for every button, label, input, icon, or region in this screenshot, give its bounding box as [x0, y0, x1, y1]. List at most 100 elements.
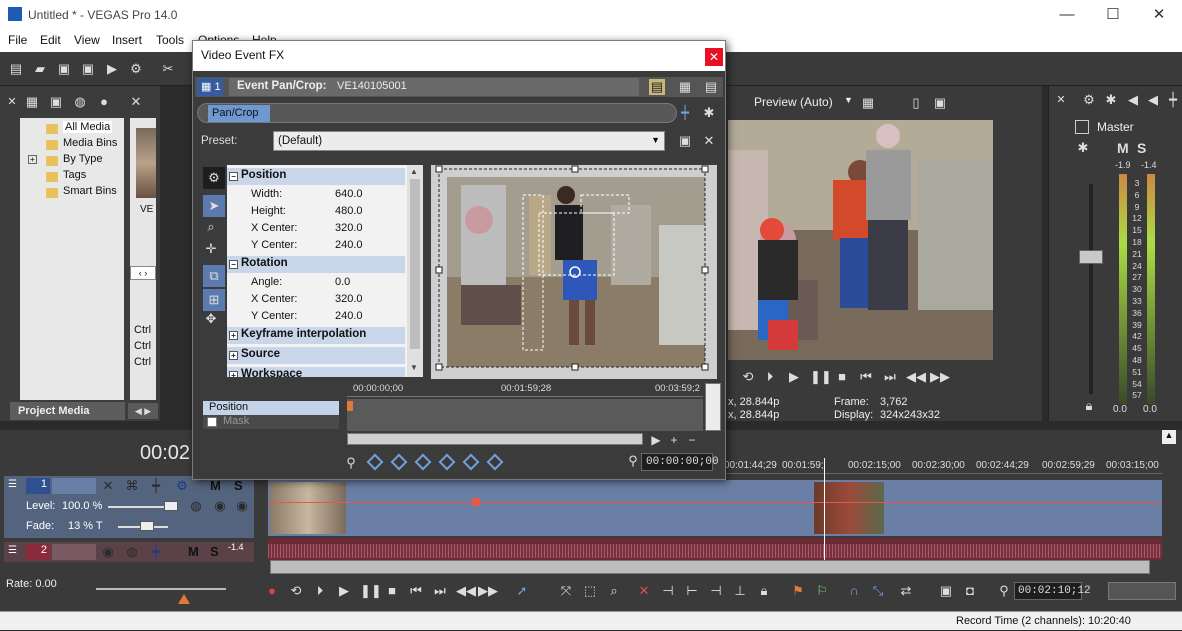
next-keyframe-icon[interactable] [414, 453, 432, 471]
capture-icon[interactable]: ▣ [48, 94, 64, 110]
menu-tools[interactable]: Tools [156, 33, 184, 47]
menu-edit[interactable]: Edit [40, 33, 61, 47]
video-event[interactable] [270, 482, 346, 534]
prop-rot-y-center[interactable]: Y Center: 240.0 [227, 308, 405, 325]
cut-icon[interactable]: ✂ [160, 61, 176, 77]
lock-aspect-icon[interactable]: ⧉ [203, 265, 225, 287]
first-keyframe-icon[interactable] [366, 453, 384, 471]
prop-y-center[interactable]: Y Center: 240.0 [227, 237, 405, 254]
audio-track-header[interactable]: ☰ 2 ◉ ◍ ┿ M S -1.4 [4, 542, 254, 562]
timeline-scrollbar[interactable] [270, 560, 1150, 574]
properties-scrollbar[interactable]: ▲ ▼ [407, 165, 423, 377]
render-icon[interactable]: ▶ [104, 61, 120, 77]
pointer-tool-icon[interactable]: ➤ [203, 195, 225, 217]
go-to-start-icon[interactable]: ⏮ [408, 583, 424, 599]
prop-value[interactable]: 640.0 [335, 188, 363, 200]
pan-crop-workspace[interactable] [431, 165, 717, 379]
close-button[interactable]: ✕ [1136, 4, 1182, 26]
prop-angle[interactable]: Angle: 0.0 [227, 274, 405, 291]
snapping-icon[interactable]: ∩ [846, 583, 862, 599]
settings-icon[interactable]: ⚙ [1081, 92, 1097, 108]
envelope-tool-icon[interactable]: ⤧ [558, 583, 574, 599]
pause-icon[interactable]: ❚❚ [810, 369, 832, 385]
copy-frame-icon[interactable]: ▯ [908, 95, 924, 111]
lock-icon[interactable]: 🔒︎ [756, 583, 772, 599]
import-icon[interactable]: ▦ [24, 94, 40, 110]
rate-slider[interactable] [96, 588, 226, 590]
prev-frame-icon[interactable]: ⏮ [858, 369, 874, 385]
web-icon[interactable]: ● [96, 94, 112, 110]
scroll-up-icon[interactable]: ▲ [410, 167, 418, 176]
loop-icon[interactable]: ⟲ [740, 369, 756, 385]
volume-fader[interactable] [1079, 250, 1103, 264]
panel-close-icon[interactable]: ✕ [4, 94, 20, 110]
prop-value[interactable]: 480.0 [335, 205, 363, 217]
region-add-icon[interactable]: ⚐ [814, 583, 830, 599]
section-source[interactable]: + Source [227, 347, 405, 364]
parent-icon[interactable]: ◉ [212, 498, 228, 514]
tab-scroll-arrows[interactable]: ◀ ▶ [128, 403, 158, 419]
prop-value[interactable]: 0.0 [335, 276, 350, 288]
tree-item-by-type[interactable]: By Type [63, 153, 103, 165]
prop-height[interactable]: Height: 480.0 [227, 203, 405, 220]
track-mute-button[interactable]: M [188, 544, 199, 559]
maximize-button[interactable]: ☐ [1090, 4, 1136, 26]
expand-icon[interactable]: + [229, 371, 238, 377]
delete-preset-icon[interactable]: ✕ [701, 133, 717, 149]
chain-connect-icon[interactable]: ┿ [677, 105, 693, 121]
chain-item-pan-crop[interactable]: Pan/Crop [208, 105, 270, 122]
audio-fx-icon[interactable]: ┿ [148, 544, 164, 560]
track-fx-icon[interactable]: ⚙ [174, 478, 190, 494]
section-position[interactable]: − Position [227, 168, 405, 185]
kf-track-area[interactable] [347, 399, 703, 431]
fade-slider-handle[interactable] [140, 521, 154, 531]
split-icon[interactable]: ⊥ [732, 583, 748, 599]
save-frame-icon[interactable]: ▣ [932, 95, 948, 111]
track-mute-button[interactable]: M [210, 478, 221, 493]
mute-button[interactable]: M [1117, 140, 1129, 156]
pause-icon[interactable]: ❚❚ [360, 583, 382, 599]
play-icon[interactable]: ▶ [786, 369, 802, 385]
expand-icon[interactable]: + [229, 351, 238, 360]
stop-icon[interactable]: ■ [834, 369, 850, 385]
track-collapse-icon[interactable]: ☰ [8, 546, 18, 556]
tree-item-media-bins[interactable]: Media Bins [63, 137, 117, 149]
section-rotation[interactable]: − Rotation [227, 256, 405, 273]
add-keyframe-tool-icon[interactable]: ✛ [203, 241, 219, 257]
video-track-lane[interactable] [268, 480, 1162, 536]
kf-scroll-right-icon[interactable]: ▶ [647, 431, 665, 449]
save-icon[interactable]: ▣ [56, 61, 72, 77]
selection-tool-icon[interactable]: ⬚ [582, 583, 598, 599]
camera-icon[interactable]: ◘ [962, 583, 978, 599]
prop-value[interactable]: 240.0 [335, 239, 363, 251]
kf-time-field[interactable]: 00:00:00;00 [641, 453, 719, 471]
track-solo-button[interactable]: S [210, 544, 219, 559]
kf-vertical-scroll[interactable] [705, 383, 721, 431]
menu-file[interactable]: File [8, 33, 27, 47]
record-arm-icon[interactable]: ◉ [100, 544, 116, 560]
prev-frame-icon[interactable]: ◀◀ [456, 583, 476, 599]
solo-button[interactable]: S [1137, 140, 1146, 156]
mask-checkbox[interactable] [207, 417, 217, 427]
menu-insert[interactable]: Insert [112, 33, 142, 47]
zoom-tool-icon[interactable]: ⌕ [606, 583, 622, 599]
lock-icon[interactable]: 🔒︎ [1081, 398, 1097, 414]
fx-icon[interactable]: ✱ [1103, 92, 1119, 108]
trim-start-icon[interactable]: ⊢ [684, 583, 700, 599]
view-grid-icon[interactable]: ▦ [677, 79, 693, 95]
loop-icon[interactable]: ⟲ [288, 583, 304, 599]
next-frame-icon[interactable]: ⏭ [882, 369, 898, 385]
tab-project-media[interactable]: Project Media [10, 402, 125, 420]
trim-end-icon[interactable]: ⊣ [708, 583, 724, 599]
expand-icon[interactable]: + [28, 155, 37, 164]
time-marker-icon[interactable]: ⚲ [625, 453, 641, 469]
prev-keyframe-icon[interactable] [390, 453, 408, 471]
sync-cursor-icon[interactable]: ⚲ [343, 455, 359, 471]
rewind-icon[interactable]: ◀◀ [906, 369, 926, 385]
next-frame-icon[interactable]: ▶▶ [478, 583, 498, 599]
timeline-endbox[interactable] [1108, 582, 1176, 600]
move-freely-icon[interactable]: ✥ [203, 311, 219, 327]
stop-icon[interactable]: ■ [384, 583, 400, 599]
save-preset-icon[interactable]: ▣ [677, 133, 693, 149]
keyframe-marker[interactable] [347, 401, 353, 411]
